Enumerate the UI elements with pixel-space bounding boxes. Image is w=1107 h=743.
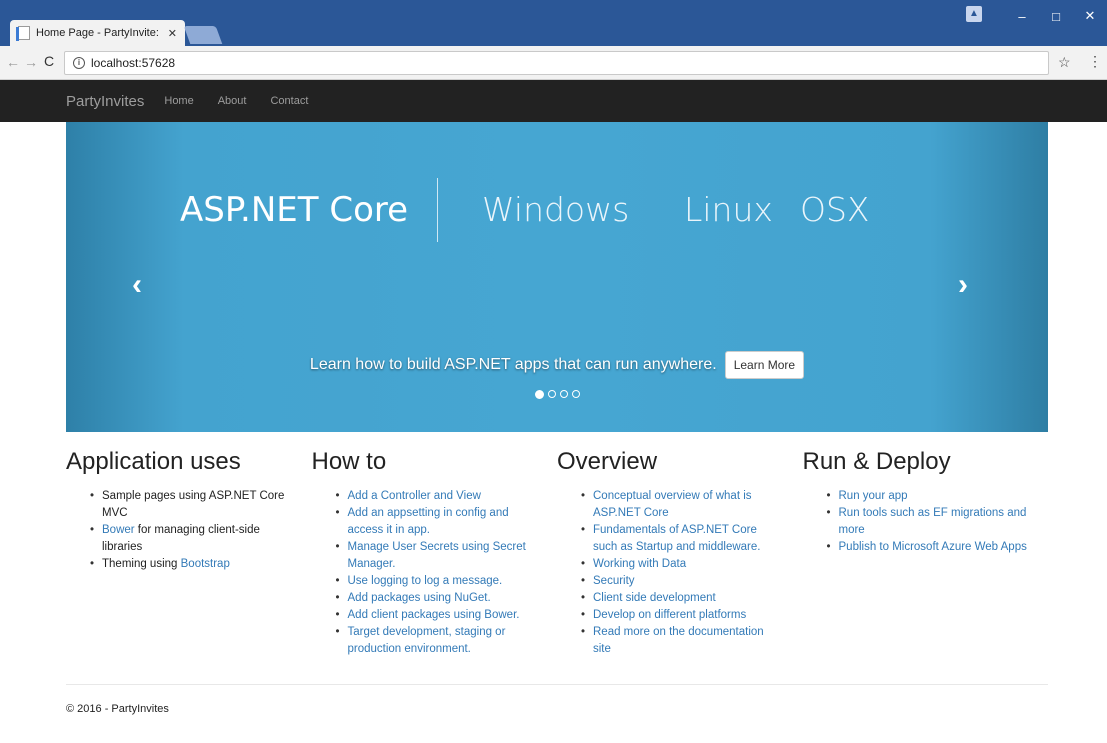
list-item-link[interactable]: Add a Controller and View: [348, 490, 481, 502]
platform-banner: ASP.NET Core Windows Linux OSX: [66, 178, 1048, 248]
list-item-link[interactable]: Fundamentals of ASP.NET Core such as Sta…: [593, 524, 760, 553]
list-item-link[interactable]: Bootstrap: [181, 558, 230, 570]
content-column: Overview Conceptual overview of what is A…: [557, 448, 803, 658]
list-item: Manage User Secrets using Secret Manager…: [336, 539, 538, 573]
list-item: Sample pages using ASP.NET Core MVC: [90, 488, 292, 522]
list-item: Working with Data: [581, 556, 783, 573]
browser-toolbar: ← → C i localhost:57628 ☆ ⋮: [0, 46, 1107, 80]
maximize-icon[interactable]: □: [1039, 9, 1073, 24]
list-item: Add packages using NuGet.: [336, 590, 538, 607]
list-item-link[interactable]: Add client packages using Bower.: [348, 609, 520, 621]
site-info-icon[interactable]: i: [73, 57, 85, 69]
list-item: Theming using Bootstrap: [90, 556, 292, 573]
window-controls: – □ ✕: [1005, 0, 1107, 32]
carousel-indicators: [66, 390, 1048, 399]
nav-link-contact[interactable]: Contact: [270, 95, 308, 107]
list-item-link[interactable]: Manage User Secrets using Secret Manager…: [348, 541, 526, 570]
list-item: Add a Controller and View: [336, 488, 538, 505]
list-item: Security: [581, 573, 783, 590]
column-list: Run your app Run tools such as EF migrati…: [803, 488, 1029, 556]
window-close-icon[interactable]: ✕: [1073, 8, 1107, 24]
carousel-next-icon[interactable]: ›: [958, 268, 968, 302]
list-item-link[interactable]: Client side development: [593, 592, 716, 604]
list-item: Conceptual overview of what is ASP.NET C…: [581, 488, 783, 522]
content-column: How to Add a Controller and View Add an ap…: [312, 448, 558, 658]
list-item-link[interactable]: Working with Data: [593, 558, 686, 570]
carousel-indicator-1[interactable]: [534, 390, 544, 399]
list-item: Read more on the documentation site: [581, 624, 783, 658]
column-list: Sample pages using ASP.NET Core MVC Bower…: [66, 488, 292, 573]
forward-arrow-icon[interactable]: →: [24, 54, 38, 70]
learn-more-button[interactable]: Learn More: [724, 351, 805, 379]
platform-aspnet-core: ASP.NET Core: [180, 190, 409, 230]
list-item-text: Sample pages using ASP.NET Core MVC: [102, 490, 285, 519]
list-item-link[interactable]: Conceptual overview of what is ASP.NET C…: [593, 490, 752, 519]
list-item: Client side development: [581, 590, 783, 607]
navbar-brand[interactable]: PartyInvites: [66, 93, 144, 110]
carousel-caption: Learn how to build ASP.NET apps that can…: [66, 351, 1048, 379]
platform-windows: Windows: [482, 190, 630, 229]
bookmark-star-icon[interactable]: ☆: [1058, 54, 1071, 71]
carousel-indicator-2[interactable]: [547, 390, 556, 398]
platform-linux: Linux: [684, 190, 773, 229]
address-bar[interactable]: i localhost:57628: [64, 51, 1049, 75]
nav-link-about[interactable]: About: [218, 95, 247, 107]
list-item-link[interactable]: Develop on different platforms: [593, 609, 746, 621]
list-item-link[interactable]: Run tools such as EF migrations and more: [839, 507, 1027, 536]
tab-title: Home Page - PartyInvite:: [36, 27, 159, 39]
list-item-link[interactable]: Use logging to log a message.: [348, 575, 503, 587]
browser-menu-icon[interactable]: ⋮: [1088, 53, 1102, 70]
list-item-link[interactable]: Add an appsetting in config and access i…: [348, 507, 509, 536]
back-arrow-icon[interactable]: ←: [6, 54, 20, 70]
content-column: Application uses Sample pages using ASP.N…: [66, 448, 312, 658]
list-item: Develop on different platforms: [581, 607, 783, 624]
list-item-link[interactable]: Bower: [102, 524, 135, 536]
list-item: Add an appsetting in config and access i…: [336, 505, 538, 539]
list-item: Run tools such as EF migrations and more: [827, 505, 1029, 539]
column-heading: How to: [311, 448, 387, 475]
banner-divider: [437, 178, 438, 242]
column-heading: Run & Deploy: [802, 448, 951, 475]
list-item-link[interactable]: Security: [593, 575, 635, 587]
column-list: Add a Controller and View Add an appsetti…: [312, 488, 538, 658]
list-item-link[interactable]: Run your app: [839, 490, 908, 502]
new-tab-button[interactable]: [183, 26, 223, 44]
list-item-link[interactable]: Add packages using NuGet.: [348, 592, 491, 604]
list-item: Use logging to log a message.: [336, 573, 538, 590]
profile-icon[interactable]: ▲: [966, 6, 982, 22]
column-heading: Application uses: [66, 448, 241, 475]
tab-close-icon[interactable]: ✕: [168, 27, 177, 40]
list-item: Publish to Microsoft Azure Web Apps: [827, 539, 1029, 556]
carousel-indicator-4[interactable]: [571, 390, 580, 398]
carousel-prev-icon[interactable]: ‹: [132, 268, 142, 302]
url-text[interactable]: localhost:57628: [91, 56, 175, 70]
content-columns: Application uses Sample pages using ASP.N…: [66, 448, 1048, 658]
list-item: Bower for managing client-side libraries: [90, 522, 292, 556]
list-item-text: Theming using: [102, 558, 181, 570]
content-column: Run & Deploy Run your app Run tools such a…: [803, 448, 1049, 658]
nav-link-home[interactable]: Home: [164, 95, 193, 107]
column-heading: Overview: [557, 448, 658, 475]
list-item-link[interactable]: Publish to Microsoft Azure Web Apps: [839, 541, 1027, 553]
carousel-indicator-3[interactable]: [559, 390, 568, 398]
column-list: Conceptual overview of what is ASP.NET C…: [557, 488, 783, 658]
site-navbar: PartyInvites Home About Contact: [0, 80, 1107, 122]
list-item: Target development, staging or productio…: [336, 624, 538, 658]
list-item-link[interactable]: Read more on the documentation site: [593, 626, 764, 655]
minimize-icon[interactable]: –: [1005, 9, 1039, 24]
page-favicon-icon: [16, 26, 30, 41]
footer-text: © 2016 - PartyInvites: [66, 703, 169, 715]
caption-text: Learn how to build ASP.NET apps that can…: [309, 356, 717, 373]
platform-osx: OSX: [800, 190, 870, 229]
browser-tab[interactable]: Home Page - PartyInvite: ✕: [10, 20, 185, 46]
list-item-link[interactable]: Target development, staging or productio…: [348, 626, 506, 655]
list-item: Run your app: [827, 488, 1029, 505]
footer-divider: [66, 684, 1048, 685]
browser-titlebar: Home Page - PartyInvite: ✕ ▲ – □ ✕: [0, 0, 1107, 46]
list-item: Add client packages using Bower.: [336, 607, 538, 624]
hero-carousel: ASP.NET Core Windows Linux OSX ‹ › Learn…: [66, 122, 1048, 432]
reload-icon[interactable]: C: [44, 53, 54, 69]
list-item: Fundamentals of ASP.NET Core such as Sta…: [581, 522, 783, 556]
